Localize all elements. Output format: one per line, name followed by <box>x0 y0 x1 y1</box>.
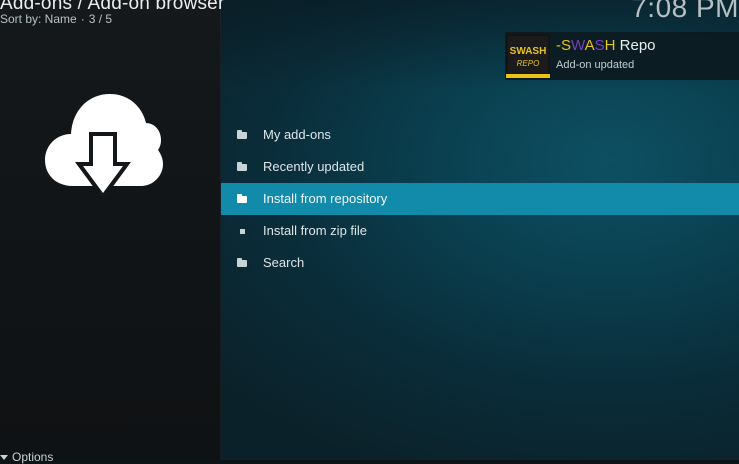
notification-subtitle: Add-on updated <box>556 59 635 71</box>
sort-info: Sort by: Name · 3 / 5 <box>0 12 112 26</box>
zip-file-icon <box>236 215 248 247</box>
notification-title: -SWASH Repo <box>556 37 656 54</box>
logo-text-top: SWASH <box>510 46 547 57</box>
folder-icon <box>236 151 248 183</box>
menu-item-my-addons[interactable]: My add-ons <box>221 119 739 151</box>
title-part: S <box>561 37 572 54</box>
cloud-download-icon <box>43 92 163 204</box>
title-part: H <box>604 37 616 54</box>
title-part: A <box>584 37 595 54</box>
options-button[interactable]: Options <box>0 450 53 464</box>
clock: 7:08 PM <box>631 0 739 23</box>
options-label: Options <box>12 450 54 464</box>
menu-item-install-from-repository[interactable]: Install from repository <box>221 183 739 215</box>
title-part: W <box>571 37 585 54</box>
sort-label: Sort by: Name <box>0 12 77 26</box>
menu-item-recently-updated[interactable]: Recently updated <box>221 151 739 183</box>
menu-item-label: Search <box>263 255 305 270</box>
item-position: 3 / 5 <box>88 12 113 26</box>
menu-item-label: Install from repository <box>263 191 388 206</box>
folder-icon <box>236 119 248 151</box>
folder-icon <box>236 247 248 279</box>
left-panel <box>0 0 221 460</box>
logo-text-bottom: REPO <box>517 59 540 68</box>
title-suffix: Repo <box>615 37 656 54</box>
menu-item-label: My add-ons <box>263 127 331 142</box>
repo-logo: SWASH REPO <box>506 34 550 78</box>
sort-separator: · <box>80 12 85 26</box>
folder-icon <box>236 183 248 215</box>
menu-item-install-from-zip[interactable]: Install from zip file <box>221 215 739 247</box>
menu-item-label: Install from zip file <box>263 223 368 238</box>
addon-menu: My add-ons Recently updated Install from… <box>221 119 739 279</box>
menu-item-label: Recently updated <box>263 159 365 174</box>
notification-toast: SWASH REPO -SWASH Repo Add-on updated <box>505 32 739 80</box>
title-part: S <box>594 37 605 54</box>
menu-item-search[interactable]: Search <box>221 247 739 279</box>
